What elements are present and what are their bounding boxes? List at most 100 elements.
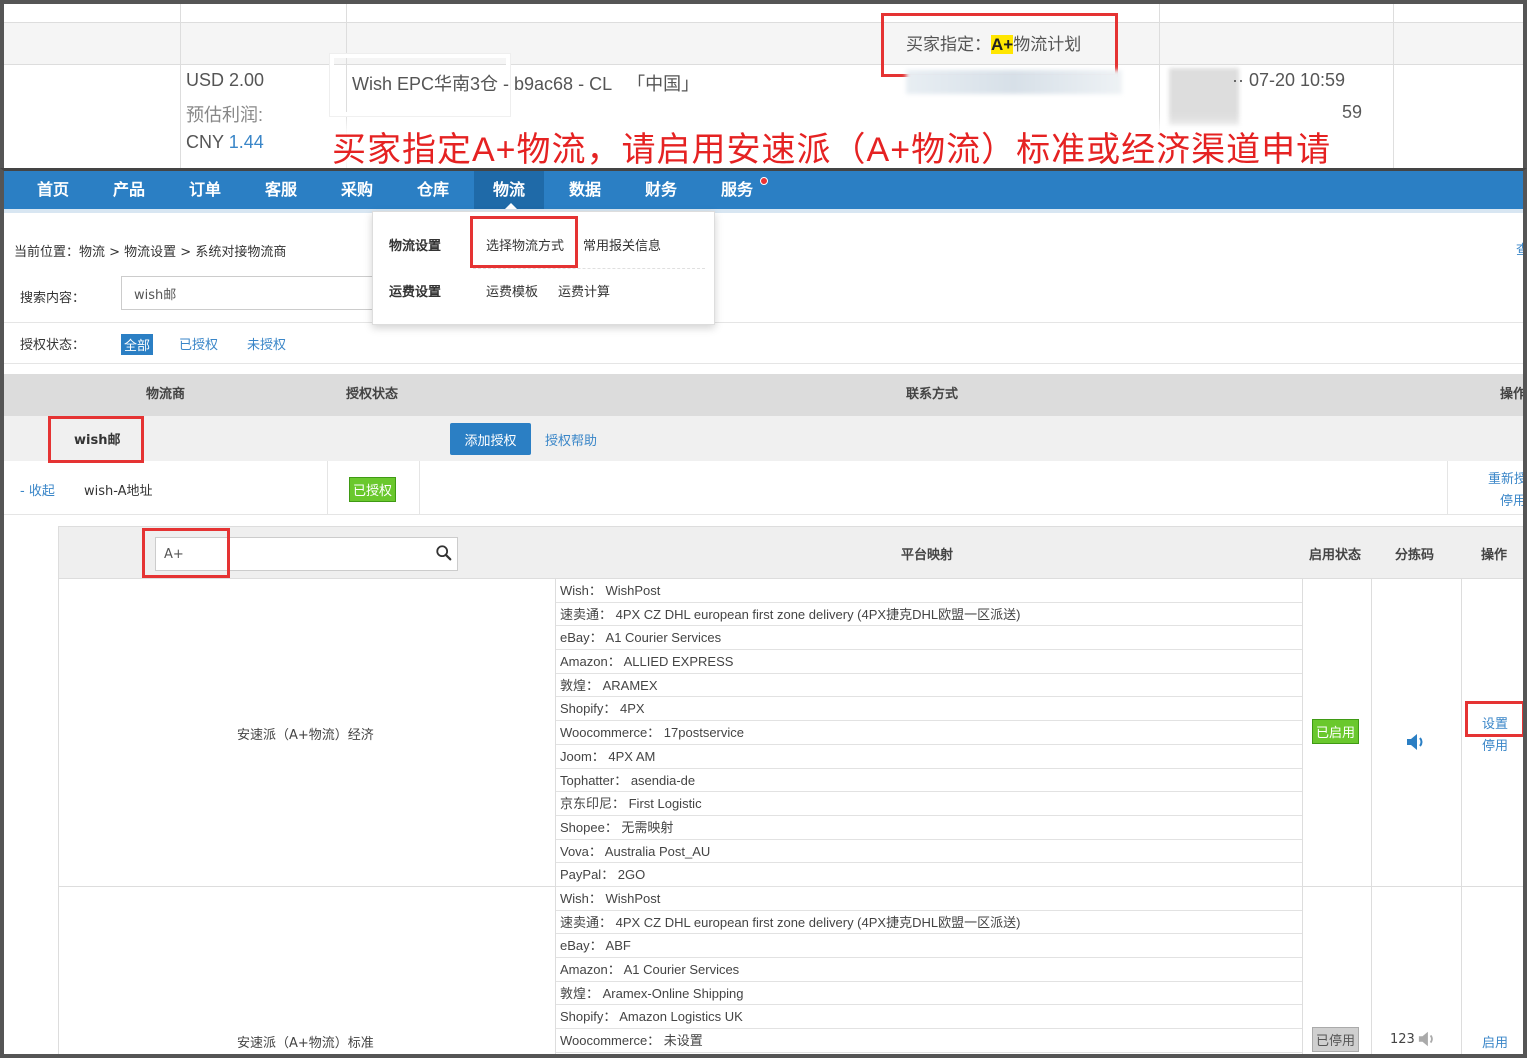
mapping-row: Woocommerce： 17postservice xyxy=(556,721,1302,745)
logistics-app-panel: 首页 产品 订单 客服 采购 仓库 物流 数据 财务 服务 当前位置：物流 > … xyxy=(0,168,1527,1058)
channel-filter-input[interactable] xyxy=(155,537,458,571)
mapping-row: 敦煌： Aramex-Online Shipping xyxy=(556,982,1302,1006)
search-icon[interactable] xyxy=(435,544,453,562)
mapping-row: Woocommerce： 未设置 xyxy=(556,1029,1302,1053)
provider-table-header: 物流商 授权状态 联系方式 操作 xyxy=(4,374,1527,416)
price-cny: CNY 1.44 xyxy=(186,132,264,153)
mapping-row: 速卖通： 4PX CZ DHL european first zone deli… xyxy=(556,911,1302,935)
add-auth-button[interactable]: 添加授权 xyxy=(450,423,531,455)
instruction-banner: 买家指定A+物流，请启用安速派（A+物流）标准或经济渠道申请 xyxy=(332,131,1332,169)
th-sort-code: 分拣码 xyxy=(1395,548,1435,563)
menu-item-freight-template[interactable]: 运费模板 xyxy=(486,281,538,300)
dropdown-group-logistics-settings: 物流设置 xyxy=(389,239,442,254)
mapping-row: Joom： 4PX AM xyxy=(556,745,1302,769)
column-divider xyxy=(1371,579,1372,887)
auth-filter-label: 授权状态： xyxy=(20,338,86,353)
account-name: wish-A地址 xyxy=(84,484,153,499)
channel-enable-link[interactable]: 启用 xyxy=(1482,1032,1508,1051)
mapping-row: 速卖通： 4PX CZ DHL european first zone deli… xyxy=(556,603,1302,627)
breadcrumb: 当前位置：物流 > 物流设置 > 系统对接物流商 xyxy=(14,245,287,260)
mapping-row: Shopify： Amazon Logistics UK xyxy=(556,1005,1302,1030)
nav-item-purchase[interactable]: 采购 xyxy=(322,171,392,209)
menu-item-freight-calculator[interactable]: 运费计算 xyxy=(558,281,610,300)
price-usd: USD 2.00 xyxy=(186,70,265,90)
mapping-row: Shopee： 无需映射 xyxy=(556,816,1302,840)
warehouse-info: Wish EPC华南3仓 - b9ac68 - CL 「中国」 xyxy=(352,70,699,96)
blurred-area xyxy=(906,70,1122,94)
nav-item-home[interactable]: 首页 xyxy=(18,171,88,209)
account-ops: 重新授 停用 xyxy=(1488,469,1523,513)
mapping-row: Wish： WishPost xyxy=(556,579,1302,603)
price-cny-label: CNY xyxy=(186,132,224,152)
order-date: ·· 07-20 10:59 xyxy=(1232,70,1346,90)
price-cny-value: 1.44 xyxy=(228,132,264,152)
row-divider xyxy=(4,64,1523,65)
menu-item-select-shipping-method[interactable]: 选择物流方式 xyxy=(486,235,564,254)
channel-name: 安速派（A+物流）经济 xyxy=(237,728,374,743)
top-right-link[interactable]: 查 xyxy=(1516,239,1523,258)
column-divider xyxy=(1461,579,1462,887)
mapping-row: PayPal： 2GO xyxy=(556,863,1302,887)
column-divider xyxy=(419,461,420,515)
logistics-dropdown-menu: 物流设置 选择物流方式 常用报关信息 运费设置 运费模板 运费计算 xyxy=(372,211,715,325)
search-label: 搜索内容： xyxy=(20,291,86,306)
mapping-list: Wish： WishPost 速卖通： 4PX CZ DHL european f… xyxy=(555,579,1303,887)
channel-settings-link[interactable]: 设置 xyxy=(1482,713,1508,732)
search-input[interactable] xyxy=(121,276,381,310)
filter-all[interactable]: 全部 xyxy=(121,334,154,355)
filter-authorized[interactable]: 已授权 xyxy=(179,334,218,353)
menu-item-customs-info[interactable]: 常用报关信息 xyxy=(583,235,661,254)
column-divider xyxy=(1393,4,1394,170)
channel-name: 安速派（A+物流）标准 xyxy=(237,1036,374,1051)
dropdown-group-freight-settings: 运费设置 xyxy=(389,285,442,300)
column-divider xyxy=(1447,461,1448,515)
order-time: 59 xyxy=(1342,102,1363,122)
mapping-row: Wish： WishPost xyxy=(556,887,1302,911)
mapping-list: Wish： WishPost 速卖通： 4PX CZ DHL european f… xyxy=(555,887,1303,1054)
disable-account-link[interactable]: 停用 xyxy=(1488,491,1523,513)
channel-group-economy: 安速派（A+物流）经济 Wish： WishPost 速卖通： 4PX CZ DH… xyxy=(59,579,1523,887)
column-divider xyxy=(1371,887,1372,1054)
main-nav: 首页 产品 订单 客服 采购 仓库 物流 数据 财务 服务 xyxy=(4,171,1523,210)
th-mapping: 平台映射 xyxy=(901,548,954,563)
th-enable-status: 启用状态 xyxy=(1309,548,1362,563)
th-contact: 联系方式 xyxy=(906,387,959,402)
collapse-toggle[interactable]: - 收起 xyxy=(20,480,55,499)
warehouse-country: 「中国」 xyxy=(627,74,700,94)
mapping-row: Amazon： A1 Courier Services xyxy=(556,958,1302,982)
reauthorize-link[interactable]: 重新授 xyxy=(1488,469,1523,491)
warehouse-name: Wish EPC华南3仓 - b9ac68 - CL xyxy=(352,74,613,94)
th-channel-ops: 操作 xyxy=(1481,548,1508,563)
nav-item-warehouse[interactable]: 仓库 xyxy=(398,171,468,209)
nav-item-orders[interactable]: 订单 xyxy=(170,171,240,209)
enabled-badge: 已启用 xyxy=(1312,719,1360,744)
mapping-row: Joom： 未设置 xyxy=(556,1053,1302,1054)
mapping-row: Amazon： ALLIED EXPRESS xyxy=(556,650,1302,674)
speaker-icon[interactable] xyxy=(1405,732,1427,752)
mapping-row: 敦煌： ARAMEX xyxy=(556,674,1302,698)
th-provider: 物流商 xyxy=(146,387,186,402)
account-row: - 收起 wish-A地址 已授权 重新授 停用 xyxy=(4,461,1523,515)
auth-help-link[interactable]: 授权帮助 xyxy=(545,430,597,449)
column-divider xyxy=(1461,887,1462,1054)
order-row-header xyxy=(4,22,1523,64)
nav-item-finance[interactable]: 财务 xyxy=(626,171,696,209)
nav-stripe xyxy=(4,209,1523,213)
speaker-icon[interactable] xyxy=(1417,1030,1437,1048)
nav-item-data[interactable]: 数据 xyxy=(550,171,620,209)
est-profit-label: 预估利润: xyxy=(186,105,264,125)
nav-item-customer-service[interactable]: 客服 xyxy=(246,171,316,209)
nav-item-products[interactable]: 产品 xyxy=(94,171,164,209)
column-divider xyxy=(327,461,328,515)
channel-table: 平台映射 启用状态 分拣码 操作 安速派（A+物流）经济 Wish： WishP… xyxy=(58,526,1523,1054)
disabled-badge: 已停用 xyxy=(1312,1027,1360,1052)
channel-disable-link[interactable]: 停用 xyxy=(1482,735,1508,754)
filter-unauthorized[interactable]: 未授权 xyxy=(247,334,286,353)
dropdown-divider xyxy=(473,268,705,269)
divider xyxy=(4,322,1523,323)
channel-table-header: 平台映射 启用状态 分拣码 操作 xyxy=(59,527,1523,579)
mapping-row: eBay： ABF xyxy=(556,934,1302,959)
th-ops: 操作 xyxy=(1500,387,1527,402)
provider-name: wish邮 xyxy=(74,433,121,448)
annotation-box xyxy=(881,13,1118,77)
